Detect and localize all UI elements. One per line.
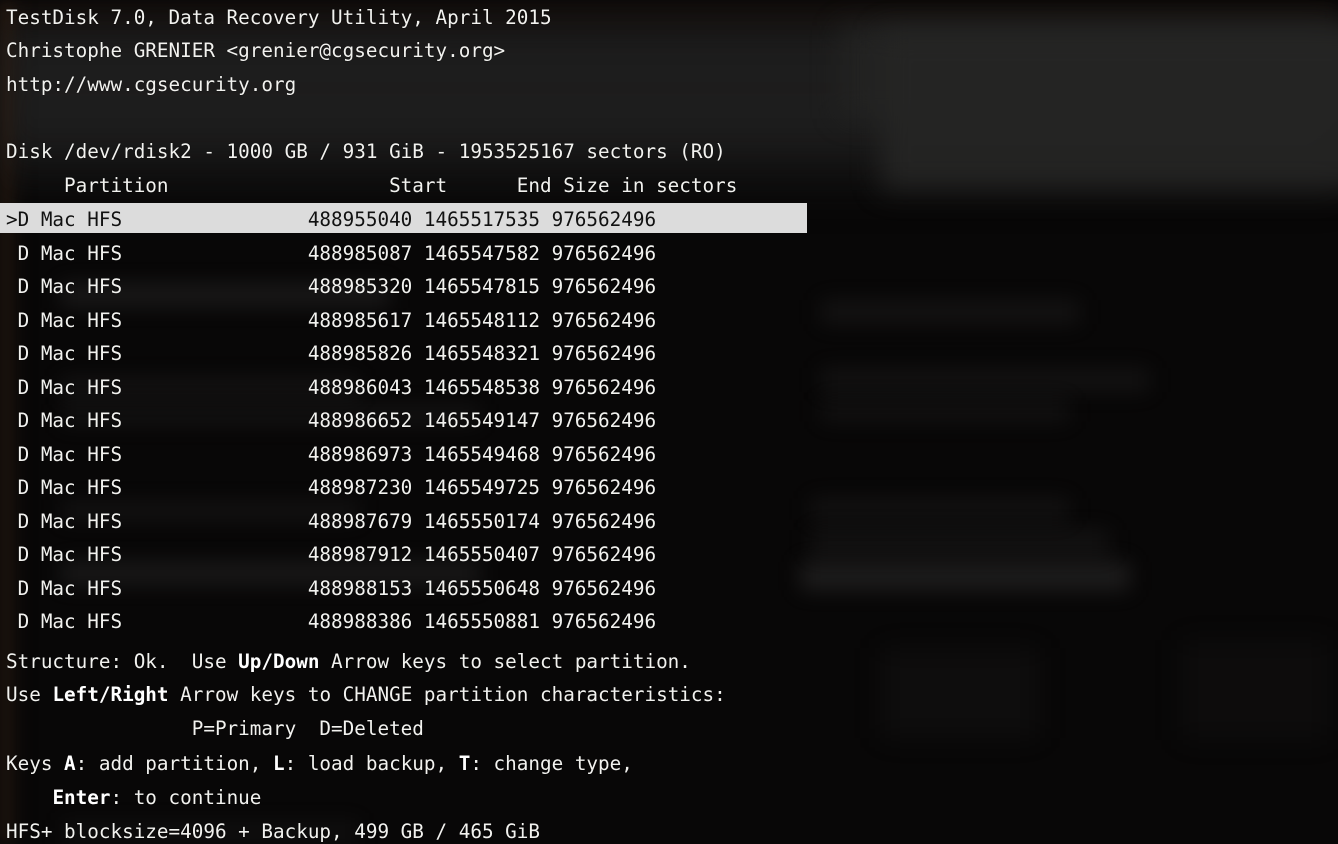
table-row[interactable]: D Mac HFS 488987912 1465550407 976562496 xyxy=(6,538,656,572)
table-row[interactable]: D Mac HFS 488988153 1465550648 976562496 xyxy=(6,572,656,606)
app-author-line: Christophe GRENIER <grenier@cgsecurity.o… xyxy=(6,39,506,62)
change-prefix: Use xyxy=(6,683,53,706)
enter-text: : to continue xyxy=(110,786,262,809)
load-backup-key: L xyxy=(273,752,285,775)
app-title-line: TestDisk 7.0, Data Recovery Utility, Apr… xyxy=(6,6,552,29)
table-row[interactable]: D Mac HFS 488987679 1465550174 976562496 xyxy=(6,505,656,539)
keys-prefix: Keys xyxy=(6,752,65,775)
change-characteristics-line: Use Left/Right Arrow keys to CHANGE part… xyxy=(6,678,726,712)
filesystem-footer-line: HFS+ blocksize=4096 + Backup, 499 GB / 4… xyxy=(6,820,540,843)
table-row[interactable]: >D Mac HFS 488955040 1465517535 97656249… xyxy=(6,203,656,237)
table-row[interactable]: D Mac HFS 488985617 1465548112 976562496 xyxy=(6,304,656,338)
add-partition-text: : add partition, xyxy=(75,752,273,775)
table-header-row: Partition Start End Size in sectors xyxy=(6,174,738,197)
structure-prefix: Structure: Ok. Use xyxy=(6,650,239,673)
app-website-line: http://www.cgsecurity.org xyxy=(6,73,297,96)
table-row[interactable]: D Mac HFS 488987230 1465549725 976562496 xyxy=(6,471,656,505)
table-row[interactable]: D Mac HFS 488985320 1465547815 976562496 xyxy=(6,270,656,304)
table-row[interactable]: D Mac HFS 488985087 1465547582 976562496 xyxy=(6,237,656,271)
partition-flag-legend: P=Primary D=Deleted xyxy=(6,717,424,740)
enter-indent xyxy=(6,786,52,809)
enter-key: Enter xyxy=(52,786,111,809)
table-row[interactable]: D Mac HFS 488986043 1465548538 976562496 xyxy=(6,371,656,405)
disk-info-line: Disk /dev/rdisk2 - 1000 GB / 931 GiB - 1… xyxy=(6,140,726,163)
left-right-key: Left/Right xyxy=(52,683,169,706)
keys-line: Keys A: add partition, L: load backup, T… xyxy=(6,747,633,781)
terminal-content: TestDisk 7.0, Data Recovery Utility, Apr… xyxy=(0,0,1338,844)
load-backup-text: : load backup, xyxy=(284,752,459,775)
table-row[interactable]: D Mac HFS 488988386 1465550881 976562496 xyxy=(6,605,656,639)
table-row[interactable]: D Mac HFS 488985826 1465548321 976562496 xyxy=(6,337,656,371)
table-row[interactable]: D Mac HFS 488986973 1465549468 976562496 xyxy=(6,438,656,472)
up-down-key: Up/Down xyxy=(238,650,320,673)
change-type-key: T xyxy=(458,752,471,775)
add-partition-key: A xyxy=(64,752,76,775)
change-suffix: Arrow keys to CHANGE partition character… xyxy=(168,683,726,706)
table-row[interactable]: D Mac HFS 488986652 1465549147 976562496 xyxy=(6,404,656,438)
change-type-text: : change type, xyxy=(470,752,633,775)
structure-suffix: Arrow keys to select partition. xyxy=(319,650,691,673)
structure-status-line: Structure: Ok. Use Up/Down Arrow keys to… xyxy=(6,645,691,679)
terminal-screen: TestDisk 7.0, Data Recovery Utility, Apr… xyxy=(0,0,1338,844)
enter-key-line: Enter: to continue xyxy=(6,781,261,815)
